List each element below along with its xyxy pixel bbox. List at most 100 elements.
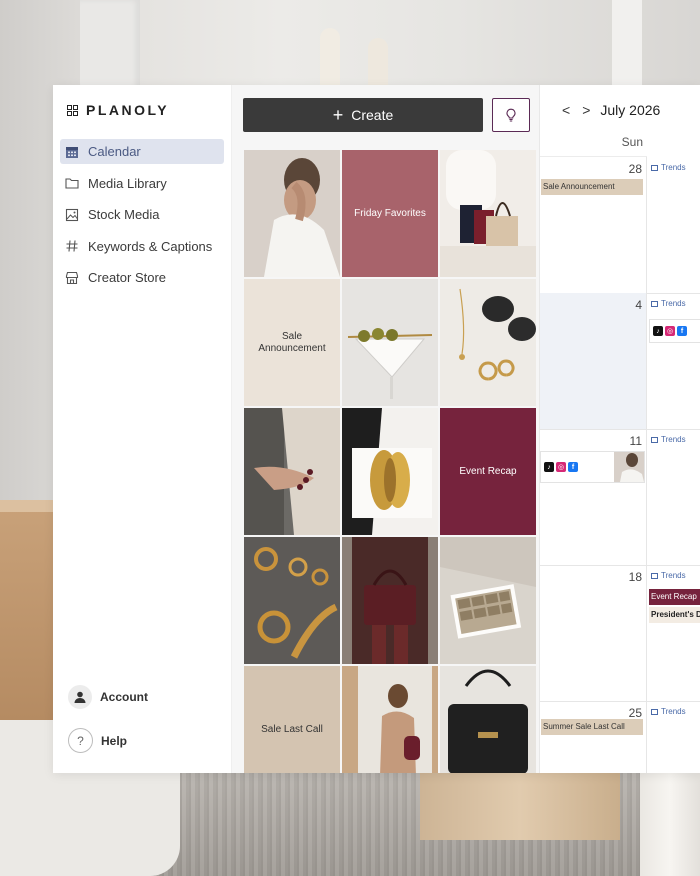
grid-tile[interactable] [342, 279, 438, 406]
logo[interactable]: PLANOLY [67, 102, 169, 118]
trends-icon [651, 436, 658, 443]
calendar-day-cell[interactable]: 25 Summer Sale Last Call [540, 701, 647, 773]
calendar-event[interactable]: Summer Sale Last Call [541, 719, 643, 735]
tiktok-icon: ♪ [653, 326, 663, 336]
grid-tile[interactable] [342, 408, 438, 535]
day-number: 11 [629, 434, 642, 448]
help-button[interactable]: ? Help [68, 728, 127, 753]
trends-icon [651, 572, 658, 579]
trends-icon [651, 300, 658, 307]
grid-tile[interactable] [244, 537, 340, 664]
photo-manicure-hand [244, 408, 340, 535]
tile-label: Sale Last Call [261, 723, 323, 735]
sidebar-item-label: Media Library [88, 175, 167, 191]
calendar-event[interactable]: Event Recap [649, 589, 700, 605]
hashtag-icon [65, 239, 79, 253]
photo-gold-hoops [244, 537, 340, 664]
trends-link[interactable]: Trends [651, 435, 686, 444]
sidebar-item-media-library[interactable]: Media Library [60, 171, 224, 196]
day-number: 25 [628, 706, 642, 720]
user-icon [74, 691, 86, 703]
sidebar: PLANOLY Calendar Media Library Stock Med… [53, 85, 232, 773]
day-number: 18 [628, 570, 642, 584]
sidebar-item-label: Calendar [88, 144, 141, 159]
chevron-right-icon[interactable]: > [582, 102, 590, 118]
account-label: Account [100, 690, 148, 704]
calendar-week: 25 Summer Sale Last Call Trends [540, 701, 700, 773]
grid-tile-text[interactable]: Sale Announcement [244, 279, 340, 406]
photo-black-handbag [440, 666, 536, 773]
day-number: 4 [635, 298, 642, 312]
calendar-week: 18 Trends Event Recap President's D [540, 565, 700, 702]
instagram-icon: ◎ [665, 326, 675, 336]
photo-sunglasses-jewelry [440, 279, 536, 406]
photo-mirror-selfie [342, 666, 438, 773]
grid-tile[interactable] [440, 537, 536, 664]
grid-tile-text[interactable]: Sale Last Call [244, 666, 340, 773]
facebook-icon: f [677, 326, 687, 336]
trends-icon [651, 164, 658, 171]
calendar-day-cell[interactable]: 11 ♪ ◎ f [540, 429, 647, 565]
calendar-week: 11 ♪ ◎ f Trends [540, 429, 700, 566]
photo-woman-hand-on-face [244, 150, 340, 277]
trends-label: Trends [661, 299, 686, 308]
help-icon: ? [68, 728, 93, 753]
create-button[interactable]: + Create [243, 98, 483, 132]
scheduled-post-card[interactable]: ♪ ◎ f [649, 319, 700, 343]
instagram-icon: ◎ [556, 462, 566, 472]
grid-tile[interactable] [244, 150, 340, 277]
day-of-week-header: Sun [540, 135, 647, 157]
tile-label: Friday Favorites [354, 207, 426, 219]
grid-tile-text[interactable]: Friday Favorites [342, 150, 438, 277]
ideas-button[interactable] [492, 98, 530, 132]
scheduled-post-card[interactable]: ♪ ◎ f [540, 451, 645, 483]
avatar [68, 685, 92, 709]
calendar-day-cell[interactable]: 4 [540, 293, 647, 429]
photo-martini-olives [342, 279, 438, 406]
grid-planner: + Create Friday Favorites Sale Announcem… [232, 85, 539, 773]
calendar-icon [65, 145, 79, 159]
trends-link[interactable]: Trends [651, 163, 686, 172]
trends-link[interactable]: Trends [651, 707, 686, 716]
chevron-left-icon[interactable]: < [562, 102, 570, 118]
photo-burgundy-bag-outfit [342, 537, 438, 664]
sidebar-item-creator-store[interactable]: Creator Store [60, 265, 224, 290]
calendar-day-cell[interactable]: 18 [540, 565, 647, 701]
grid-tile[interactable] [440, 666, 536, 773]
photo-handbags [440, 150, 536, 277]
day-number: 28 [628, 162, 642, 176]
sidebar-item-stock-media[interactable]: Stock Media [60, 202, 224, 227]
calendar-week: 4 Trends ♪ ◎ f [540, 293, 700, 430]
calendar-week: 28 Sale Announcement Trends [540, 157, 700, 294]
grid-tile[interactable] [342, 537, 438, 664]
sidebar-item-calendar[interactable]: Calendar [60, 139, 224, 164]
grid-tile[interactable] [342, 666, 438, 773]
calendar-event[interactable]: President's D [649, 607, 700, 623]
trends-label: Trends [661, 163, 686, 172]
calendar-event[interactable]: Sale Announcement [541, 179, 643, 195]
trends-link[interactable]: Trends [651, 299, 686, 308]
sidebar-nav: Calendar Media Library Stock Media Keywo… [60, 139, 224, 297]
trends-icon [651, 708, 658, 715]
month-label: July 2026 [600, 102, 661, 118]
store-icon [65, 271, 79, 285]
plus-icon: + [332, 105, 344, 125]
grid-tile-text[interactable]: Event Recap [440, 408, 536, 535]
grid-tile[interactable] [440, 150, 536, 277]
calendar-day-cell[interactable]: 28 Sale Announcement [540, 157, 647, 293]
lightbulb-icon [506, 108, 516, 122]
sidebar-item-keywords-captions[interactable]: Keywords & Captions [60, 234, 224, 259]
sidebar-item-label: Creator Store [88, 270, 167, 286]
post-grid: Friday Favorites Sale Announcement Event… [244, 150, 536, 773]
grid-tile[interactable] [244, 408, 340, 535]
trends-label: Trends [661, 707, 686, 716]
tile-label: Sale Announcement [258, 330, 326, 354]
image-icon [65, 208, 79, 222]
create-label: Create [351, 107, 394, 123]
trends-label: Trends [661, 435, 686, 444]
help-label: Help [101, 733, 128, 748]
photo-gold-cuffs [342, 408, 438, 535]
account-button[interactable]: Account [68, 685, 148, 709]
grid-tile[interactable] [440, 279, 536, 406]
trends-link[interactable]: Trends [651, 571, 686, 580]
